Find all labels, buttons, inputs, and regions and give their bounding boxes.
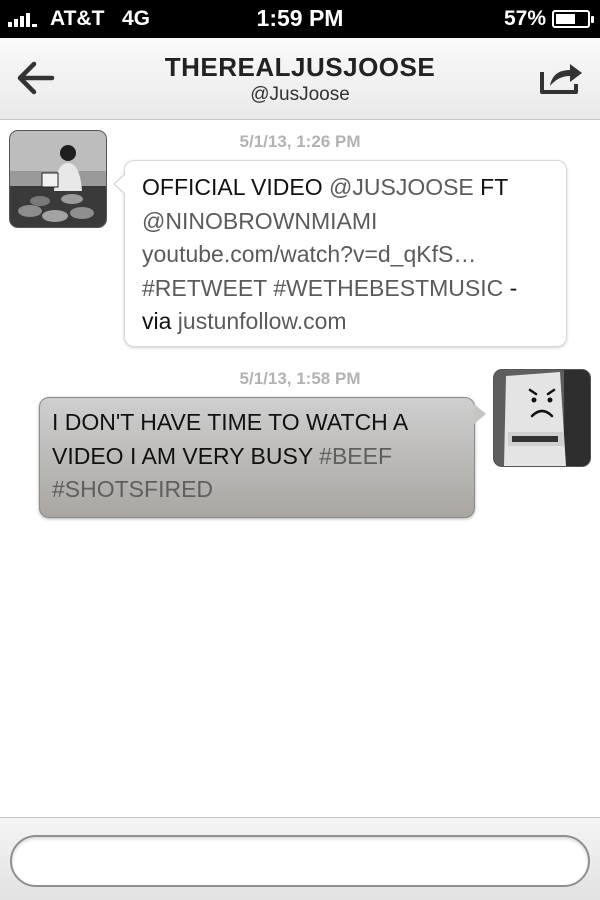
- message-text: -: [503, 274, 518, 301]
- message-line: #RETWEET #WETHEBESTMUSIC -: [142, 272, 554, 306]
- message-bubble-outgoing: I DON'T HAVE TIME TO WATCH A VIDEO I AM …: [39, 397, 486, 518]
- share-button[interactable]: [536, 54, 586, 98]
- message-line: I DON'T HAVE TIME TO WATCH A: [52, 406, 464, 440]
- message-text: VIDEO I AM VERY BUSY: [52, 442, 320, 469]
- message-text: I DON'T HAVE TIME TO WATCH A: [52, 409, 409, 435]
- hashtag-link[interactable]: #WETHEBESTMUSIC: [273, 275, 503, 301]
- avatar[interactable]: [493, 369, 591, 467]
- battery-icon: [552, 10, 594, 28]
- message-line: via justunfollow.com: [142, 305, 554, 339]
- message-line: OFFICIAL VIDEO @JUSJOOSE FT: [142, 171, 554, 205]
- message-text: FT: [473, 174, 509, 200]
- message-line: #SHOTSFIRED: [52, 473, 464, 507]
- mention-link[interactable]: @NINOBROWNMIAMI: [142, 208, 377, 234]
- hashtag-link[interactable]: #BEEF: [319, 443, 392, 469]
- nav-bar: THEREALJUSJOOSE @JusJoose: [0, 38, 600, 120]
- hashtag-link[interactable]: #RETWEET: [142, 275, 267, 301]
- own-avatar-image: [494, 370, 590, 466]
- status-bar: AT&T 4G 1:59 PM 57%: [0, 0, 600, 38]
- url-link[interactable]: youtube.com/watch?v=d_qKfS…: [142, 241, 476, 267]
- message-text: via: [142, 308, 178, 334]
- message-bubble-incoming: OFFICIAL VIDEO @JUSJOOSE FT @NINOBROWNMI…: [113, 160, 567, 347]
- message-line: @NINOBROWNMIAMI: [142, 205, 554, 239]
- url-link[interactable]: justunfollow.com: [178, 308, 347, 334]
- sender-avatar-image: [10, 131, 106, 227]
- share-icon: [540, 64, 582, 94]
- avatar[interactable]: [9, 130, 107, 228]
- message-input[interactable]: [10, 835, 590, 887]
- message-line: youtube.com/watch?v=d_qKfS…: [142, 238, 554, 272]
- mention-link[interactable]: @JUSJOOSE: [329, 174, 474, 200]
- hashtag-link[interactable]: #SHOTSFIRED: [52, 476, 213, 502]
- conversation-handle: @JusJoose: [250, 84, 350, 105]
- battery-percentage: 57%: [503, 7, 546, 30]
- conversation-title: THEREALJUSJOOSE: [164, 52, 436, 82]
- message-text: OFFICIAL VIDEO: [142, 174, 330, 200]
- compose-bar: [0, 817, 600, 900]
- message-line: VIDEO I AM VERY BUSY #BEEF: [52, 440, 464, 474]
